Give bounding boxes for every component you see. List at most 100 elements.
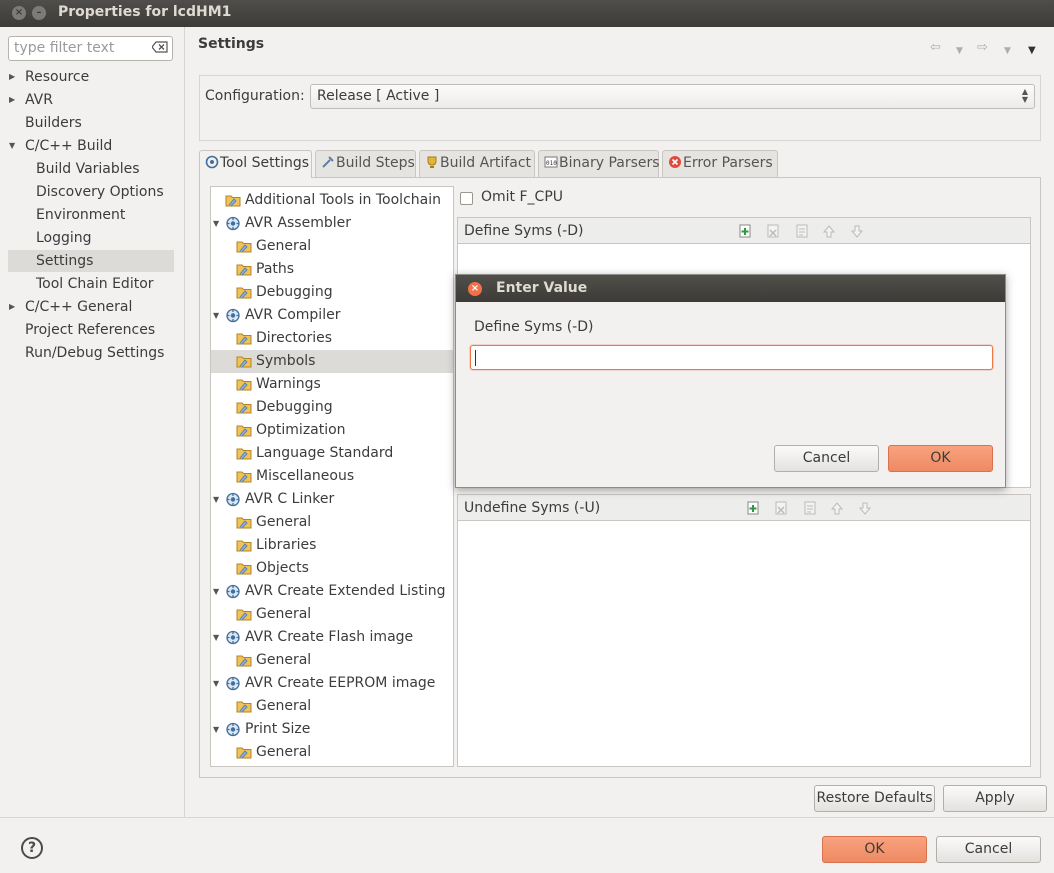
tree-item[interactable]: General: [211, 235, 453, 258]
tree-expand-arrow-icon[interactable]: ▼: [213, 212, 219, 235]
edit-icon[interactable]: [803, 501, 817, 516]
add-icon[interactable]: [739, 224, 753, 239]
dialog-ok-button[interactable]: OK: [888, 445, 993, 472]
tree-expand-arrow-icon[interactable]: ▼: [213, 304, 219, 327]
filter-input[interactable]: type filter text: [8, 36, 173, 61]
ok-button[interactable]: OK: [822, 836, 927, 863]
tree-expand-arrow-icon[interactable]: ▼: [213, 488, 219, 511]
restore-defaults-button[interactable]: Restore Defaults: [814, 785, 935, 812]
define-syms-header: Define Syms (-D): [458, 218, 1030, 244]
sidebar-item-project-references[interactable]: Project References: [25, 319, 155, 341]
sidebar-item-environment[interactable]: Environment: [36, 204, 125, 226]
configuration-select[interactable]: Release [ Active ] ▲ ▼: [310, 84, 1035, 109]
delete-icon[interactable]: [774, 501, 788, 516]
forward-history-dropdown-icon[interactable]: ▼: [1004, 43, 1011, 59]
help-icon[interactable]: ?: [21, 837, 43, 859]
tree-item[interactable]: ▼ Print Size: [211, 718, 453, 741]
sidebar-item-settings[interactable]: Settings: [8, 250, 174, 272]
tree-item[interactable]: Debugging: [211, 281, 453, 304]
tree-expand-arrow-icon[interactable]: ▼: [213, 718, 219, 741]
option-category-folder-icon: [236, 239, 252, 254]
move-up-icon[interactable]: [822, 224, 836, 239]
undefine-syms-list[interactable]: Undefine Syms (-U): [457, 494, 1031, 767]
delete-icon[interactable]: [766, 224, 780, 239]
tree-item[interactable]: ▼ AVR Create EEPROM image: [211, 672, 453, 695]
clear-filter-icon[interactable]: [151, 41, 168, 55]
tree-expand-arrow-icon[interactable]: ▼: [213, 626, 219, 649]
tree-item[interactable]: Libraries: [211, 534, 453, 557]
build-artifact-icon: [427, 156, 437, 168]
tree-item[interactable]: Additional Tools in Toolchain: [211, 189, 453, 212]
tree-item[interactable]: Paths: [211, 258, 453, 281]
apply-button[interactable]: Apply: [943, 785, 1047, 812]
tree-item[interactable]: ▼ AVR Create Flash image: [211, 626, 453, 649]
option-category-folder-icon: [236, 469, 252, 484]
window-close-icon[interactable]: ×: [12, 6, 26, 20]
move-down-icon[interactable]: [850, 224, 864, 239]
tree-item[interactable]: General: [211, 649, 453, 672]
tree-item[interactable]: General: [211, 695, 453, 718]
window-minimize-icon[interactable]: –: [32, 6, 46, 20]
tree-item[interactable]: General: [211, 741, 453, 764]
tree-item[interactable]: Miscellaneous: [211, 465, 453, 488]
sidebar-item-cpp-build[interactable]: C/C++ Build: [25, 135, 112, 157]
expand-arrow-icon[interactable]: ▶: [9, 89, 15, 111]
tree-item[interactable]: Optimization: [211, 419, 453, 442]
back-history-dropdown-icon[interactable]: ▼: [956, 43, 963, 59]
tab-label: Build Artifact: [440, 155, 531, 171]
tab-build-artifact[interactable]: Build Artifact: [419, 150, 535, 177]
tab-build-steps[interactable]: Build Steps: [315, 150, 416, 177]
sidebar-item-avr[interactable]: AVR: [25, 89, 53, 111]
add-icon[interactable]: [747, 501, 761, 516]
move-up-icon[interactable]: [830, 501, 844, 516]
expand-arrow-icon[interactable]: ▶: [9, 296, 15, 318]
tree-item[interactable]: ▼ AVR C Linker: [211, 488, 453, 511]
tree-item[interactable]: Symbols: [211, 350, 453, 373]
tab-binary-parsers[interactable]: 010 Binary Parsers: [538, 150, 660, 177]
tree-item[interactable]: General: [211, 603, 453, 626]
dialog-cancel-button[interactable]: Cancel: [774, 445, 879, 472]
collapse-arrow-icon[interactable]: ▼: [9, 135, 15, 157]
tree-expand-arrow-icon[interactable]: ▼: [213, 672, 219, 695]
tree-item[interactable]: Objects: [211, 557, 453, 580]
tree-item-label: AVR Compiler: [245, 307, 341, 323]
tab-error-parsers[interactable]: Error Parsers: [662, 150, 778, 177]
tree-item[interactable]: ▼ AVR Assembler: [211, 212, 453, 235]
sidebar-item-build-variables[interactable]: Build Variables: [36, 158, 140, 180]
dialog-title: Enter Value: [496, 280, 588, 296]
sidebar-item-discovery-options[interactable]: Discovery Options: [36, 181, 164, 203]
tree-item[interactable]: Directories: [211, 327, 453, 350]
error-parsers-icon: [669, 156, 681, 168]
tree-item[interactable]: ▼ AVR Create Extended Listing: [211, 580, 453, 603]
tab-tool-settings[interactable]: Tool Settings: [199, 150, 312, 178]
sidebar-item-cpp-general[interactable]: C/C++ General: [25, 296, 132, 318]
forward-arrow-icon[interactable]: ⇨: [977, 40, 988, 56]
back-arrow-icon[interactable]: ⇦: [930, 40, 941, 56]
tree-item[interactable]: Warnings: [211, 373, 453, 396]
tree-item[interactable]: ▼ AVR Compiler: [211, 304, 453, 327]
dialog-close-icon[interactable]: ×: [468, 282, 482, 296]
expand-arrow-icon[interactable]: ▶: [9, 66, 15, 88]
tree-item-label: Language Standard: [256, 445, 394, 461]
cancel-button[interactable]: Cancel: [936, 836, 1041, 863]
sidebar-item-tool-chain-editor[interactable]: Tool Chain Editor: [36, 273, 154, 295]
tree-item[interactable]: Language Standard: [211, 442, 453, 465]
omit-fcpu-checkbox[interactable]: [460, 192, 473, 205]
sidebar-item-logging[interactable]: Logging: [36, 227, 92, 249]
svg-text:010: 010: [546, 160, 557, 167]
define-syms-label: Define Syms (-D): [464, 223, 584, 239]
tree-item-label: Print Size: [245, 721, 311, 737]
tree-expand-arrow-icon[interactable]: ▼: [213, 580, 219, 603]
window-title: Properties for lcdHM1: [58, 4, 232, 20]
sidebar-item-run-debug-settings[interactable]: Run/Debug Settings: [25, 342, 164, 364]
tree-item-label: Libraries: [256, 537, 317, 553]
tool-settings-tree[interactable]: Additional Tools in Toolchain ▼ AVR Assemb…: [210, 186, 454, 767]
sidebar-item-resource[interactable]: Resource: [25, 66, 89, 88]
define-sym-input[interactable]: [470, 345, 993, 370]
sidebar-item-builders[interactable]: Builders: [25, 112, 82, 134]
edit-icon[interactable]: [795, 224, 809, 239]
tree-item[interactable]: General: [211, 511, 453, 534]
view-menu-icon[interactable]: ▼: [1028, 43, 1036, 59]
move-down-icon[interactable]: [858, 501, 872, 516]
tree-item[interactable]: Debugging: [211, 396, 453, 419]
